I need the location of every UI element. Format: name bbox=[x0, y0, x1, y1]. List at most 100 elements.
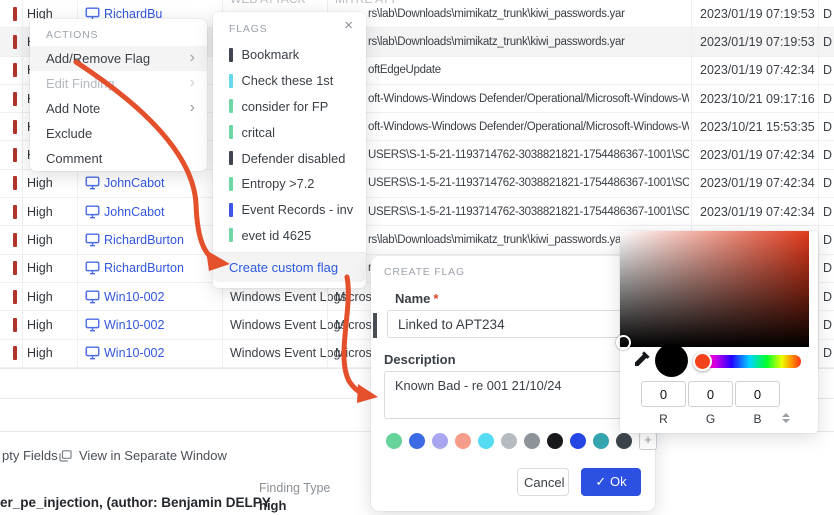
endpoint-monitor-icon bbox=[85, 346, 100, 360]
color-swatch[interactable] bbox=[432, 433, 448, 449]
timestamp-cell: 2023/01/19 07:42:34 bbox=[700, 63, 815, 77]
endpoint-link[interactable]: JohnCabot bbox=[104, 176, 164, 190]
finding-type-cell: Windows Event Logs bbox=[230, 290, 347, 304]
flag-name-input[interactable] bbox=[387, 310, 639, 338]
table-row[interactable]: HighJohnCabotUSERS\S-1-5-21-1193714762-3… bbox=[0, 170, 834, 198]
timestamp-cell: 2023/01/19 07:42:34 bbox=[700, 205, 815, 219]
severity-label: High bbox=[27, 233, 53, 247]
actions-menu-title: ACTIONS bbox=[46, 29, 98, 41]
color-swatch[interactable] bbox=[501, 433, 517, 449]
severity-label: High bbox=[27, 261, 53, 275]
path-cell: rs\lab\Downloads\mimikatz_trunk\kiwi_pas… bbox=[368, 36, 625, 48]
add-custom-color-button[interactable]: + bbox=[639, 432, 657, 450]
flag-color-bar bbox=[229, 177, 233, 191]
path-cell: rs\lab\Downloads\mimikatz_trunk\kiwi_pas… bbox=[368, 234, 625, 246]
table-row[interactable]: HighJohnCabotUSERS\S-1-5-21-1193714762-3… bbox=[0, 198, 834, 226]
flag-item-label: Event Records - inv bbox=[242, 202, 354, 217]
close-icon[interactable]: × bbox=[344, 17, 353, 34]
truncated-column-cell: D bbox=[823, 318, 832, 332]
truncated-column-cell: D bbox=[823, 35, 832, 49]
menu-item-comment[interactable]: Comment bbox=[30, 146, 207, 171]
red-value-input[interactable] bbox=[641, 381, 686, 407]
menu-item-edit-finding[interactable]: Edit Finding› bbox=[30, 71, 207, 96]
green-label: G bbox=[688, 412, 733, 426]
path-cell: oftEdgeUpdate bbox=[368, 64, 441, 76]
endpoint-link[interactable]: JohnCabot bbox=[104, 205, 164, 219]
blue-label: B bbox=[735, 412, 780, 426]
endpoint-monitor-icon bbox=[85, 205, 100, 219]
separate-window-icon bbox=[59, 450, 72, 462]
severity-bar bbox=[13, 176, 17, 190]
eyedropper-icon[interactable] bbox=[633, 351, 651, 369]
truncated-column-cell: D bbox=[823, 205, 832, 219]
path-cell: USERS\S-1-5-21-1193714762-3038821821-175… bbox=[368, 177, 689, 189]
endpoint-monitor-icon bbox=[85, 318, 100, 332]
color-format-toggle-icon[interactable] bbox=[782, 413, 792, 425]
flag-item-bookmark[interactable]: Bookmark bbox=[213, 42, 366, 68]
empty-fields-toggle[interactable]: pty Fields bbox=[2, 448, 58, 463]
severity-bar bbox=[13, 148, 17, 162]
endpoint-link[interactable]: Win10-002 bbox=[104, 346, 164, 360]
flags-menu-title: FLAGS bbox=[229, 23, 267, 35]
severity-bar bbox=[13, 120, 17, 134]
flag-color-bar bbox=[229, 203, 233, 217]
flag-item-evet-id-4625[interactable]: evet id 4625 bbox=[213, 223, 366, 249]
blue-value-input[interactable] bbox=[735, 381, 780, 407]
flag-description-input[interactable]: Known Bad - re 001 21/10/24 bbox=[384, 371, 639, 419]
endpoint-link[interactable]: Win10-002 bbox=[104, 290, 164, 304]
flag-item-label: critcal bbox=[242, 125, 275, 140]
color-swatch[interactable] bbox=[616, 433, 632, 449]
truncated-column-cell: D bbox=[823, 92, 832, 106]
ok-button[interactable]: ✓ Ok bbox=[581, 468, 641, 496]
color-swatch[interactable] bbox=[570, 433, 586, 449]
flag-item-event-records-inv[interactable]: Event Records - inv bbox=[213, 197, 366, 223]
required-asterisk: * bbox=[433, 291, 438, 306]
color-swatch[interactable] bbox=[478, 433, 494, 449]
flag-item-check-these-1st[interactable]: Check these 1st bbox=[213, 68, 366, 94]
flag-color-bar bbox=[229, 125, 233, 139]
menu-item-exclude[interactable]: Exclude bbox=[30, 121, 207, 146]
flag-color-bar bbox=[229, 48, 233, 62]
red-label: R bbox=[641, 412, 686, 426]
flag-item-label: Entropy >7.2 bbox=[242, 176, 315, 191]
endpoint-link[interactable]: Win10-002 bbox=[104, 318, 164, 332]
color-swatch[interactable] bbox=[455, 433, 471, 449]
green-value-input[interactable] bbox=[688, 381, 733, 407]
cancel-button[interactable]: Cancel bbox=[517, 468, 569, 496]
color-swatch[interactable] bbox=[524, 433, 540, 449]
submenu-chevron-icon: › bbox=[190, 45, 195, 70]
flag-item-defender-disabled[interactable]: Defender disabled bbox=[213, 145, 366, 171]
saturation-area[interactable] bbox=[620, 231, 809, 347]
endpoint-monitor-icon bbox=[85, 290, 100, 304]
timestamp-cell: 2023/01/19 07:42:34 bbox=[700, 176, 815, 190]
create-custom-flag-item[interactable]: Create custom flag bbox=[213, 252, 366, 282]
flag-color-marker bbox=[373, 313, 377, 338]
actions-menu-items: Add/Remove Flag›Edit Finding›Add Note›Ex… bbox=[30, 46, 207, 171]
flag-item-label: Defender disabled bbox=[242, 151, 346, 166]
flag-item-entropy-7-2[interactable]: Entropy >7.2 bbox=[213, 171, 366, 197]
color-swatch[interactable] bbox=[547, 433, 563, 449]
menu-item-add-remove-flag[interactable]: Add/Remove Flag› bbox=[30, 46, 207, 71]
flag-color-bar bbox=[229, 228, 233, 242]
saturation-cursor[interactable] bbox=[616, 335, 631, 350]
color-swatch[interactable] bbox=[593, 433, 609, 449]
severity-bar bbox=[13, 63, 17, 77]
menu-item-add-note[interactable]: Add Note› bbox=[30, 96, 207, 121]
flag-item-critcal[interactable]: critcal bbox=[213, 119, 366, 145]
truncated-column-cell: D bbox=[823, 148, 832, 162]
endpoint-link[interactable]: RichardBurton bbox=[104, 233, 184, 247]
color-swatch[interactable] bbox=[386, 433, 402, 449]
hue-slider-handle[interactable] bbox=[693, 352, 712, 371]
endpoint-link[interactable]: RichardBurton bbox=[104, 261, 184, 275]
menu-item-label: Comment bbox=[46, 151, 102, 166]
color-swatch[interactable] bbox=[409, 433, 425, 449]
color-picker: R G B bbox=[620, 231, 818, 433]
severity-bar bbox=[13, 92, 17, 106]
selected-color-preview bbox=[655, 344, 688, 377]
view-in-separate-window-button[interactable]: View in Separate Window bbox=[59, 448, 227, 463]
flag-item-consider-for-fp[interactable]: consider for FP bbox=[213, 94, 366, 120]
submenu-chevron-icon: › bbox=[190, 70, 195, 95]
finding-type-cell: Windows Event Logs bbox=[230, 346, 347, 360]
timestamp-cell: 2023/10/21 15:53:35 bbox=[700, 120, 815, 134]
endpoint-monitor-icon bbox=[85, 261, 100, 275]
